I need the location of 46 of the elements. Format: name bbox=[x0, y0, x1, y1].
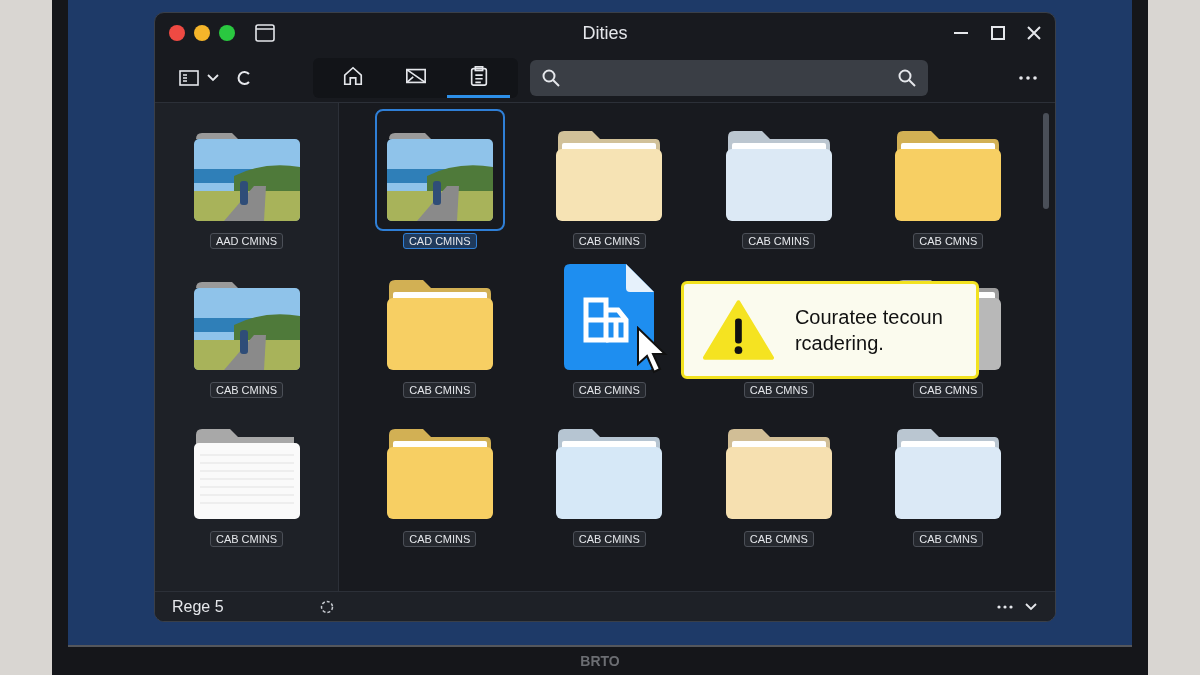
mouse-pointer-icon bbox=[636, 326, 669, 374]
folder-icon bbox=[725, 427, 832, 519]
more-icon[interactable] bbox=[997, 604, 1013, 609]
file-name[interactable]: CAB CMINS bbox=[572, 382, 646, 398]
chevron-down-icon[interactable] bbox=[207, 73, 219, 82]
warning-icon bbox=[702, 298, 775, 362]
folder-icon bbox=[725, 129, 832, 221]
more-icon[interactable] bbox=[1019, 75, 1037, 80]
file-name[interactable]: CAB CMINS bbox=[572, 233, 646, 249]
chevron-down-icon[interactable] bbox=[1025, 602, 1037, 611]
warning-message: Couratee tecoun rcadering. bbox=[794, 305, 944, 356]
file-name[interactable]: CAB CMNS bbox=[743, 531, 814, 547]
search-field[interactable] bbox=[530, 59, 928, 96]
scrollbar-thumb[interactable] bbox=[1043, 113, 1049, 209]
file-name[interactable]: CAB CMINS bbox=[403, 382, 477, 398]
window-icon[interactable] bbox=[255, 24, 275, 42]
search-icon bbox=[542, 68, 560, 87]
file-name[interactable]: CAB CMNS bbox=[913, 531, 984, 547]
folder-icon bbox=[895, 427, 1002, 519]
home-icon bbox=[341, 65, 364, 87]
window-title: Dities bbox=[582, 21, 628, 45]
folder-icon bbox=[556, 129, 663, 221]
maximize-icon[interactable] bbox=[991, 26, 1005, 40]
file-name[interactable]: CAB CMINS bbox=[209, 382, 284, 398]
refresh-icon[interactable] bbox=[237, 69, 251, 86]
file-name[interactable]: CAB CMINS bbox=[403, 531, 477, 547]
search-icon[interactable] bbox=[898, 68, 916, 87]
sidebar-icon[interactable] bbox=[179, 69, 199, 86]
file-name[interactable]: CAB CMNS bbox=[913, 382, 984, 398]
folder-icon bbox=[895, 129, 1002, 221]
folder-icon bbox=[386, 278, 493, 370]
folder-icon bbox=[556, 427, 663, 519]
status-text: Rege 5 bbox=[172, 596, 224, 617]
file-name[interactable]: CAD CMINS bbox=[402, 233, 477, 249]
file-name[interactable]: CAB CMINS bbox=[209, 531, 284, 547]
spreadsheet-icon bbox=[564, 264, 655, 370]
file-name[interactable]: CAB CMINS bbox=[742, 233, 816, 249]
folder-icon bbox=[386, 427, 493, 519]
file-name[interactable]: CAB CMINS bbox=[572, 531, 646, 547]
close-icon[interactable] bbox=[1027, 26, 1041, 40]
file-name[interactable]: CAB CMNS bbox=[913, 233, 984, 249]
file-name[interactable]: AAD CMINS bbox=[209, 233, 284, 249]
document-icon bbox=[193, 427, 300, 519]
file-name[interactable]: CAB CMNS bbox=[743, 382, 814, 398]
monitor-logo: BRTO bbox=[580, 651, 620, 671]
loading-icon bbox=[319, 599, 334, 614]
